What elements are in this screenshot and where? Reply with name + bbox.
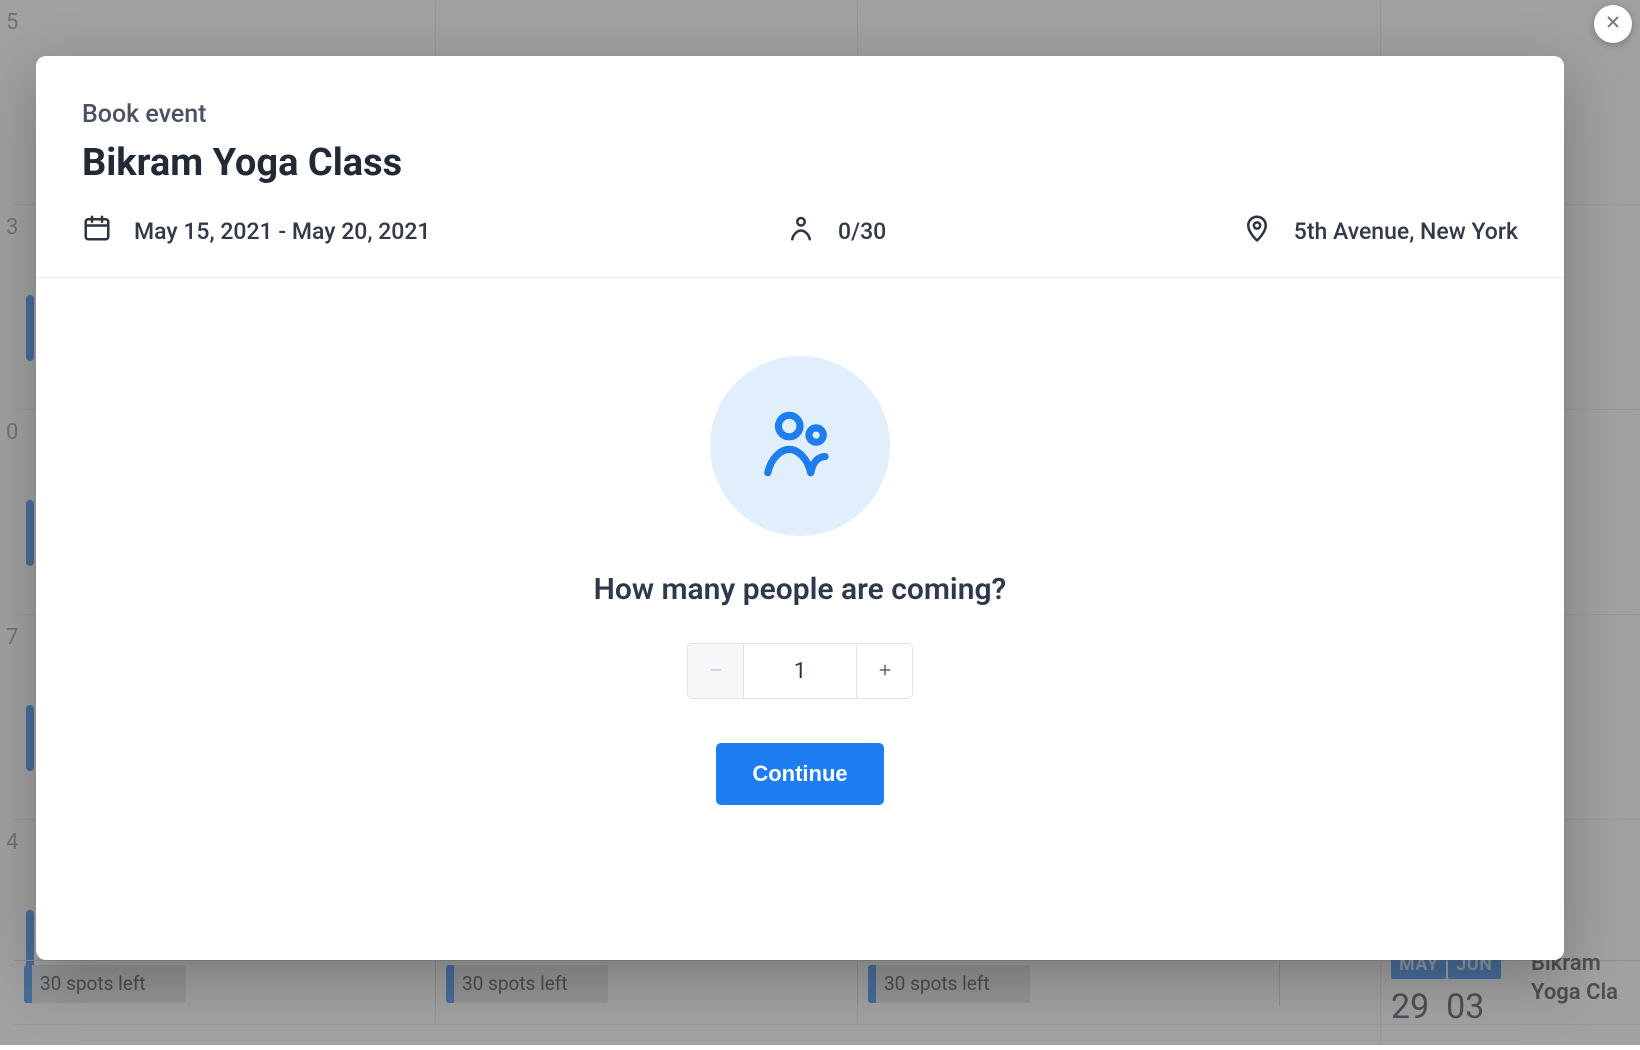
meta-attendance: 0/30 [786,213,886,249]
modal-title: Bikram Yoga Class [82,141,1518,185]
people-illustration [710,356,890,536]
quantity-question: How many people are coming? [594,572,1007,607]
quantity-stepper: 1 [687,643,913,699]
person-icon [786,213,816,249]
modal-body: How many people are coming? 1 Continue [36,278,1564,960]
increment-button[interactable] [856,644,912,698]
location-pin-icon [1242,213,1272,249]
meta-location-text: 5th Avenue, New York [1294,218,1518,245]
meta-attendance-text: 0/30 [838,218,886,245]
plus-icon [876,661,894,682]
meta-location: 5th Avenue, New York [1242,213,1518,249]
modal-header: Book event Bikram Yoga Class May 15, 202… [36,56,1564,278]
people-group-icon [757,401,843,491]
continue-button[interactable]: Continue [716,743,883,805]
calendar-icon [82,213,112,249]
modal-meta-row: May 15, 2021 - May 20, 2021 0/30 5th Ave… [82,213,1518,249]
modal-eyebrow: Book event [82,100,1518,129]
decrement-button[interactable] [688,644,744,698]
meta-date-text: May 15, 2021 - May 20, 2021 [134,218,430,245]
quantity-value: 1 [744,644,856,698]
close-button[interactable] [1594,5,1632,43]
meta-date: May 15, 2021 - May 20, 2021 [82,213,430,249]
close-icon [1603,12,1623,36]
minus-icon [707,661,725,682]
book-event-modal: Book event Bikram Yoga Class May 15, 202… [36,56,1564,960]
